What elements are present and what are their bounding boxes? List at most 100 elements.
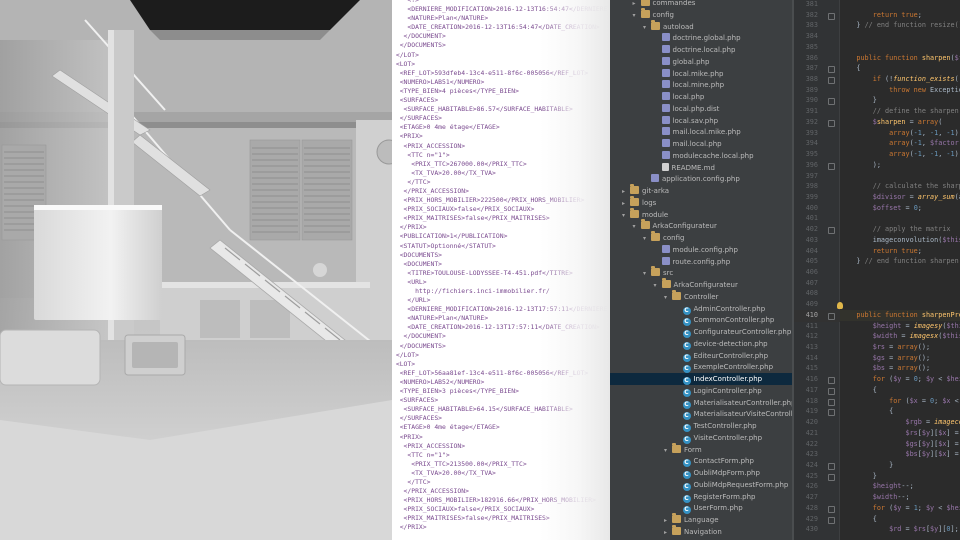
fold-icon[interactable] bbox=[828, 516, 835, 524]
fold-icon[interactable] bbox=[828, 387, 835, 395]
code-line[interactable]: $bs[$y][$x] = $ bbox=[840, 450, 960, 458]
line-number: 383 bbox=[805, 21, 818, 30]
tree-item-label: ConfigurateurController.php bbox=[693, 328, 792, 336]
php-file-icon bbox=[661, 45, 670, 53]
chevron-down-icon[interactable]: ▾ bbox=[643, 233, 651, 245]
code-line[interactable]: } bbox=[840, 472, 877, 480]
code-line[interactable]: } // end function resize() bbox=[840, 21, 960, 29]
fold-icon[interactable] bbox=[828, 77, 835, 85]
line-number: 420 bbox=[805, 418, 818, 427]
tree-item-label: local.php bbox=[672, 93, 705, 101]
code-line[interactable]: { bbox=[840, 515, 877, 523]
line-number: 426 bbox=[805, 482, 818, 491]
chevron-down-icon[interactable]: ▾ bbox=[622, 210, 630, 222]
chevron-down-icon[interactable]: ▾ bbox=[643, 22, 651, 34]
code-line[interactable]: { bbox=[840, 407, 893, 415]
tree-item-label: IndexController.php bbox=[693, 375, 763, 383]
code-line[interactable]: for ($x = 0; $x < $ bbox=[840, 397, 960, 405]
chevron-down-icon[interactable]: ▾ bbox=[664, 292, 672, 304]
tree-item-label: local.php.dist bbox=[672, 104, 720, 113]
code-line[interactable]: ); bbox=[840, 161, 881, 169]
code-line[interactable]: { bbox=[840, 64, 860, 72]
code-line[interactable]: for ($y = 1; $y < $heigh bbox=[840, 504, 960, 512]
code-line[interactable]: // define the sharpen m bbox=[840, 107, 960, 115]
fold-icon[interactable] bbox=[828, 377, 835, 385]
code-line[interactable]: } bbox=[840, 96, 877, 104]
code-line[interactable]: array(-1, -1, -1) bbox=[840, 150, 959, 158]
code-line[interactable]: } // end function sharpen() bbox=[840, 257, 960, 265]
code-line[interactable]: $sharpen = array( bbox=[840, 118, 943, 126]
fold-icon[interactable] bbox=[828, 98, 835, 106]
tree-item-label: local.mike.php bbox=[672, 69, 724, 78]
code-line[interactable]: // calculate the sharpe bbox=[840, 182, 960, 190]
fold-icon[interactable] bbox=[828, 119, 835, 127]
code-line[interactable]: public function sharpenPrec bbox=[840, 311, 960, 319]
code-line[interactable]: } bbox=[840, 461, 893, 469]
tree-item-label: src bbox=[663, 269, 674, 278]
tree-item-label: MaterialisateurController.php bbox=[693, 398, 795, 407]
code-line[interactable]: return true; bbox=[840, 11, 922, 19]
line-number: 417 bbox=[805, 385, 818, 394]
code-line[interactable]: $rgb = imagecolo bbox=[840, 418, 960, 426]
code-line[interactable]: $height--; bbox=[840, 482, 914, 490]
line-number: 391 bbox=[805, 107, 818, 116]
code-line[interactable]: $bs = array(); bbox=[840, 364, 930, 372]
fold-icon[interactable] bbox=[828, 462, 835, 470]
tree-item-label: TestController.php bbox=[693, 422, 757, 430]
code-line[interactable]: $offset = 0; bbox=[840, 204, 922, 212]
fold-icon[interactable] bbox=[828, 66, 835, 74]
code-line[interactable]: $divisor = array_sum(ar bbox=[840, 193, 960, 201]
php-file-icon bbox=[661, 139, 670, 147]
fold-icon[interactable] bbox=[828, 12, 835, 20]
line-number: 398 bbox=[805, 182, 818, 191]
tree-item-label: VisiteController.php bbox=[693, 433, 763, 442]
tree-item-label: UserForm.php bbox=[693, 504, 743, 513]
chevron-down-icon[interactable]: ▾ bbox=[654, 280, 662, 292]
chevron-down-icon[interactable]: ▾ bbox=[664, 445, 672, 457]
fold-icon[interactable] bbox=[828, 312, 835, 320]
code-line[interactable]: $height = imagesy($this bbox=[840, 322, 960, 330]
line-number: 428 bbox=[805, 503, 818, 512]
code-line[interactable]: array(-1, -1, -1), bbox=[840, 129, 960, 137]
code-line[interactable]: $rd = $rs[$y][0]; bbox=[840, 525, 959, 533]
code-line[interactable]: imageconvolution($this- bbox=[840, 236, 960, 244]
code-line[interactable]: $gs = array(); bbox=[840, 354, 930, 362]
chevron-down-icon[interactable]: ▾ bbox=[633, 10, 641, 22]
code-editor[interactable]: return true; } // end function resize() … bbox=[840, 0, 960, 540]
code-line[interactable]: $width = imagesx($this bbox=[840, 332, 960, 340]
code-line[interactable]: { bbox=[840, 386, 877, 394]
tree-item-label: commandes bbox=[652, 0, 696, 7]
project-tree-panel[interactable]: ▸ commandes ▾ config ▾ autoload doctrine.globa… bbox=[610, 0, 794, 540]
code-line[interactable]: throw new Exception bbox=[840, 86, 960, 94]
code-line[interactable]: public function sharpen($fo bbox=[840, 54, 960, 62]
lightbulb-icon[interactable] bbox=[837, 302, 843, 310]
tree-item-label: AdminController.php bbox=[693, 304, 766, 313]
code-line[interactable]: if (!function_exists('i bbox=[840, 75, 960, 83]
tree-item-label: ArkaConfigurateur bbox=[673, 281, 738, 289]
code-line[interactable]: for ($y = 0; $y < $heigh bbox=[840, 375, 960, 383]
folder-icon bbox=[640, 7, 650, 18]
php-file-icon bbox=[661, 68, 670, 77]
fold-icon[interactable] bbox=[828, 505, 835, 513]
editor-gutter[interactable]: 381 382 383 384 385 386 387 388 389 390 391 392 393 3… bbox=[794, 0, 840, 540]
fold-icon[interactable] bbox=[828, 162, 835, 170]
chevron-down-icon[interactable]: ▾ bbox=[643, 268, 651, 280]
chevron-down-icon[interactable]: ▾ bbox=[633, 221, 641, 233]
code-line[interactable]: return true; bbox=[840, 247, 922, 255]
code-line[interactable]: $width--; bbox=[840, 493, 910, 501]
fold-icon[interactable] bbox=[828, 409, 835, 417]
tree-file[interactable]: C IndexController.php bbox=[610, 373, 794, 385]
folder-icon bbox=[640, 219, 650, 230]
text-file-icon bbox=[661, 162, 669, 171]
code-line[interactable]: // apply the matrix bbox=[840, 225, 951, 233]
tree-item-label: LoginController.php bbox=[693, 386, 762, 395]
code-line[interactable]: array(-1, $factor, bbox=[840, 139, 960, 147]
folder-icon bbox=[661, 278, 671, 288]
fold-icon[interactable] bbox=[828, 473, 835, 481]
fold-icon[interactable] bbox=[828, 398, 835, 406]
code-line[interactable]: $rs[$y][$x] = $ bbox=[840, 429, 960, 437]
code-line[interactable]: $rs = array(); bbox=[840, 343, 930, 351]
fold-icon[interactable] bbox=[828, 227, 835, 235]
code-line[interactable]: $gs[$y][$x] = $ bbox=[840, 440, 960, 448]
chevron-right-icon[interactable]: ▸ bbox=[664, 527, 672, 539]
